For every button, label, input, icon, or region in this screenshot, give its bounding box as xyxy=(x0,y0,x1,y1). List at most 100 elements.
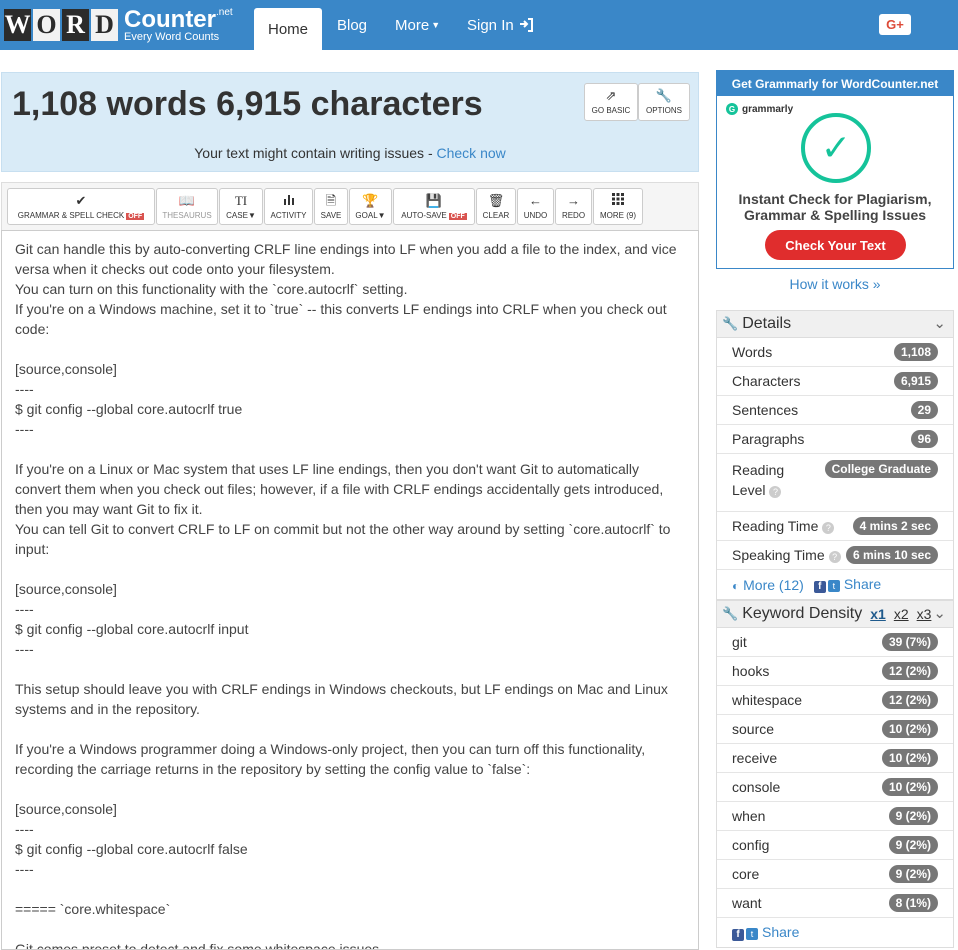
activity-button[interactable]: ACTIVITY xyxy=(264,188,313,225)
undo-button[interactable]: ← UNDO xyxy=(517,188,554,225)
text-editor[interactable]: Git can handle this by auto-converting C… xyxy=(1,230,699,950)
editor-line: versa when it checks out code onto your … xyxy=(15,261,335,277)
goal-button[interactable]: 🏆 GOAL▼ xyxy=(349,188,392,225)
help-icon[interactable]: ? xyxy=(822,522,835,534)
count-summary: 1,108 words 6,915 characters ⇗ GO BASIC … xyxy=(1,72,699,172)
editor-line: If you're on a Linux or Mac system that … xyxy=(15,461,640,477)
keyword-word: when xyxy=(732,808,766,824)
keyword-count-badge: 8 (1%) xyxy=(888,894,938,912)
undo-label: UNDO xyxy=(523,210,548,220)
nav-blog[interactable]: Blog xyxy=(337,0,367,50)
editor-line: ---- xyxy=(15,601,34,617)
editor-line: [source,console] xyxy=(15,801,117,817)
grammarly-icon: G xyxy=(726,103,738,115)
speaking-time-badge: 6 mins 10 sec xyxy=(845,546,938,564)
auto-save-off-badge: OFF xyxy=(448,212,467,220)
check-your-text-button[interactable]: Check Your Text xyxy=(765,230,906,260)
keyword-word: want xyxy=(732,895,762,911)
keyword-density-header: 🔧 Keyword Density x1 x2 x3 ⌄ xyxy=(717,601,953,628)
logo-letter: R xyxy=(62,9,89,41)
share-details-link[interactable]: f t Share xyxy=(813,576,881,593)
help-icon[interactable]: ? xyxy=(828,551,841,563)
density-x2-toggle[interactable]: x2 xyxy=(894,606,909,622)
keyword-word: source xyxy=(732,721,775,737)
keyword-word: receive xyxy=(732,750,778,766)
keyword-row[interactable]: source 10 (2%) xyxy=(717,715,953,744)
help-icon[interactable]: ? xyxy=(769,486,782,498)
speaking-time-label: Speaking Time? xyxy=(732,547,841,563)
more-tools-button[interactable]: MORE (9) xyxy=(593,188,643,225)
details-row-badge: 6,915 xyxy=(893,372,938,390)
go-basic-button[interactable]: ⇗ GO BASIC xyxy=(584,83,638,121)
editor-line: $ git config --global core.autocrlf fals… xyxy=(15,841,248,857)
grammarly-ad[interactable]: Get Grammarly for WordCounter.net Ggramm… xyxy=(716,70,954,269)
clear-label: CLEAR xyxy=(482,210,510,220)
how-it-works-link[interactable]: How it works » xyxy=(716,276,954,292)
thesaurus-label: THESAURUS xyxy=(162,210,212,220)
twitter-icon: t xyxy=(827,580,840,592)
nav-home[interactable]: Home xyxy=(254,8,322,50)
editor-line: input: xyxy=(15,541,50,557)
chevron-down-icon[interactable]: ⌄ xyxy=(933,604,946,622)
editor-line: systems and in the repository. xyxy=(15,701,200,717)
keyword-row[interactable]: git 39 (7%) xyxy=(717,628,953,657)
editor-line: Git comes preset to detect and fix some … xyxy=(15,941,384,950)
editor-line: $ git config --global core.autocrlf inpu… xyxy=(15,621,249,637)
density-x3-toggle[interactable]: x3 xyxy=(917,606,932,622)
options-button[interactable]: 🔧 OPTIONS xyxy=(638,83,690,121)
details-row-badge: 1,108 xyxy=(893,343,938,361)
details-title: Details xyxy=(742,315,792,332)
keyword-row[interactable]: receive 10 (2%) xyxy=(717,744,953,773)
density-x1-toggle[interactable]: x1 xyxy=(870,606,886,622)
editor-line: then you may want Git to fix it. xyxy=(15,501,203,517)
auto-save-button[interactable]: 💾 AUTO-SAVE OFF xyxy=(393,188,475,225)
text-size-icon: TI xyxy=(234,192,248,208)
trophy-icon: 🏆 xyxy=(362,192,379,208)
more-details-link[interactable]: ◐ More (12) xyxy=(732,577,804,593)
site-logo[interactable]: W O R D Counter.net Every Word Counts xyxy=(4,6,233,44)
editor-line: ---- xyxy=(15,381,34,397)
go-basic-label: GO BASIC xyxy=(591,106,631,115)
grammar-check-button[interactable]: ✔ GRAMMAR & SPELL CHECK OFF xyxy=(7,188,155,225)
thesaurus-button[interactable]: 📖 THESAURUS xyxy=(156,188,218,225)
share-keywords-link[interactable]: f t Share xyxy=(732,924,799,941)
details-footer: ◐ More (12) f t Share xyxy=(717,570,953,599)
google-plus-button[interactable]: G+ xyxy=(879,14,911,35)
floppy-icon: 💾 xyxy=(425,192,443,208)
details-header[interactable]: 🔧 Details ⌄ xyxy=(717,311,953,338)
nav-more-dropdown[interactable]: More ▼ xyxy=(395,0,440,50)
details-row: Characters 6,915 xyxy=(717,367,953,396)
keyword-density-footer: f t Share xyxy=(717,918,953,947)
editor-line: [source,console] xyxy=(15,361,117,377)
keyword-row[interactable]: core 9 (2%) xyxy=(717,860,953,889)
caret-down-icon: ▼ xyxy=(431,20,441,30)
keyword-row[interactable]: want 8 (1%) xyxy=(717,889,953,918)
reading-level-badge: College Graduate xyxy=(824,460,938,478)
editor-line: convert them when you check out files; h… xyxy=(15,481,664,497)
save-button[interactable]: 🗎 SAVE xyxy=(314,188,348,225)
keyword-count-badge: 9 (2%) xyxy=(888,807,938,825)
check-icon: ✔ xyxy=(75,192,87,208)
case-button[interactable]: TI CASE▼ xyxy=(219,188,263,225)
logo-net: .net xyxy=(216,6,233,18)
nav-sign-in[interactable]: Sign In xyxy=(467,0,533,50)
writing-issues-notice: Your text might contain writing issues -… xyxy=(2,145,698,161)
check-now-link[interactable]: Check now xyxy=(437,145,506,161)
keyword-row[interactable]: console 10 (2%) xyxy=(717,773,953,802)
external-link-icon: ⇗ xyxy=(605,88,617,103)
goal-label: GOAL▼ xyxy=(355,210,386,220)
ad-header: Get Grammarly for WordCounter.net xyxy=(717,71,953,96)
top-navbar: W O R D Counter.net Every Word Counts Ho… xyxy=(0,0,958,50)
editor-line: ---- xyxy=(15,421,34,437)
activity-label: ACTIVITY xyxy=(270,211,307,220)
keyword-row[interactable]: config 9 (2%) xyxy=(717,831,953,860)
keyword-row[interactable]: whitespace 12 (2%) xyxy=(717,686,953,715)
keyword-row[interactable]: hooks 12 (2%) xyxy=(717,657,953,686)
grammar-off-badge: OFF xyxy=(126,212,145,220)
redo-button[interactable]: → REDO xyxy=(555,188,592,225)
clear-button[interactable]: 🗑 CLEAR xyxy=(476,188,516,225)
keyword-row[interactable]: when 9 (2%) xyxy=(717,802,953,831)
keyword-word: hooks xyxy=(732,663,770,679)
